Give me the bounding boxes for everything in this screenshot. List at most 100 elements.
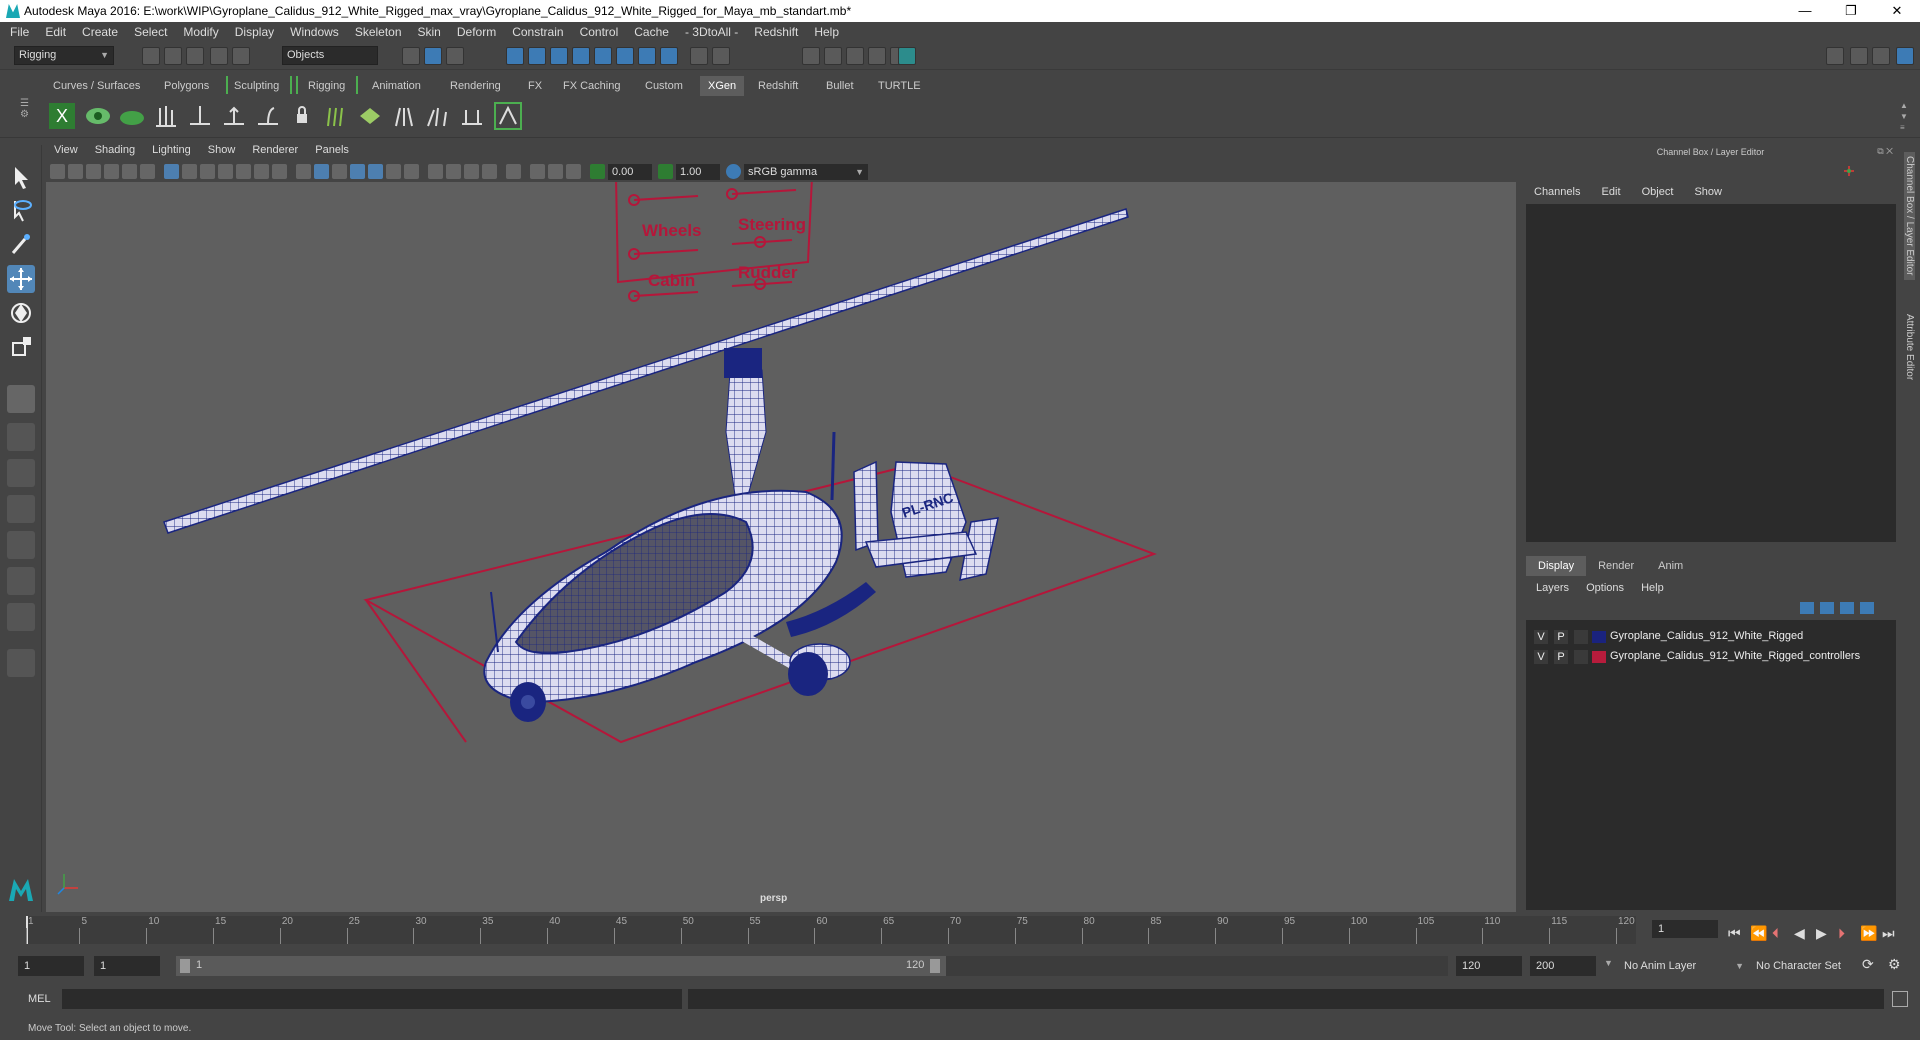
shelf-tab-redshift[interactable]: Redshift — [750, 76, 806, 96]
shelf-tab-bullet[interactable]: Bullet — [818, 76, 862, 96]
menu-display[interactable]: Display — [235, 25, 274, 39]
channel-box-toggle-icon[interactable] — [1896, 47, 1914, 65]
motion-blur-icon[interactable] — [446, 164, 461, 179]
le-menu-layers[interactable]: Layers — [1536, 582, 1569, 594]
bookmark-icon[interactable] — [86, 164, 101, 179]
attribute-editor-toggle-icon[interactable] — [1850, 47, 1868, 65]
shelf-tab-polygons[interactable]: Polygons — [156, 76, 217, 96]
shelf-tab-animation[interactable]: Animation — [364, 76, 429, 96]
gamma-field[interactable]: 1.00 — [676, 164, 720, 180]
close-panel-icon[interactable]: ✕ — [1886, 146, 1893, 156]
side-tab-channel-box[interactable]: Channel Box / Layer Editor — [1904, 152, 1915, 280]
grease-pencil-icon[interactable] — [140, 164, 155, 179]
command-language-label[interactable]: MEL — [28, 993, 51, 1005]
menu-deform[interactable]: Deform — [457, 25, 496, 39]
new-scene-icon[interactable] — [142, 47, 160, 65]
menu-constrain[interactable]: Constrain — [512, 25, 563, 39]
xray-active-icon[interactable] — [548, 164, 563, 179]
menu-help[interactable]: Help — [814, 25, 839, 39]
menu-file[interactable]: File — [10, 25, 29, 39]
snap-curve-icon[interactable] — [528, 47, 546, 65]
image-plane-icon[interactable] — [104, 164, 119, 179]
shadows-icon[interactable] — [404, 164, 419, 179]
open-scene-icon[interactable] — [164, 47, 182, 65]
xray-joints-icon[interactable] — [566, 164, 581, 179]
xgen-interactive-icon[interactable] — [494, 102, 522, 130]
xgen-preview-icon[interactable] — [84, 102, 112, 130]
rotor-mast[interactable] — [725, 369, 767, 503]
move-layer-up-icon[interactable] — [1800, 602, 1814, 614]
menuset-dropdown[interactable]: Rigging ▼ — [14, 46, 114, 65]
shelf-menu-icon[interactable]: ≡ — [1900, 122, 1912, 133]
render-view-icon[interactable] — [802, 47, 820, 65]
ipr-render-icon[interactable] — [846, 47, 864, 65]
viewport-menu-show[interactable]: Show — [208, 144, 236, 156]
step-back-key-icon[interactable]: ⏪ — [1750, 925, 1767, 942]
layout-menu-icon[interactable] — [7, 649, 35, 677]
horizontal-stabilizer[interactable] — [864, 531, 978, 568]
layer-color-swatch[interactable] — [1592, 631, 1606, 643]
tool-settings-toggle-icon[interactable] — [1872, 47, 1890, 65]
modeling-toolkit-icon[interactable] — [1826, 47, 1844, 65]
side-tab-attribute-editor[interactable]: Attribute Editor — [1904, 314, 1915, 380]
shelf-tab-fx[interactable]: FX — [520, 76, 550, 96]
lock-icon[interactable] — [690, 47, 708, 65]
multisample-aa-icon[interactable] — [464, 164, 479, 179]
layout-side-by-side-icon[interactable] — [7, 495, 35, 523]
select-tool-icon[interactable] — [7, 163, 35, 191]
shelf-tab-curves-surfaces[interactable]: Curves / Surfaces — [45, 76, 148, 96]
layout-graph-icon[interactable] — [7, 567, 35, 595]
color-space-dropdown[interactable]: sRGB gamma ▼ — [744, 164, 868, 180]
color-management-icon[interactable] — [726, 164, 741, 179]
grid-icon[interactable] — [164, 164, 179, 179]
main-wheel[interactable] — [788, 652, 828, 696]
slider-extra[interactable] — [633, 291, 699, 297]
shelf-tab-fx-caching[interactable]: FX Caching — [555, 76, 628, 96]
cb-menu-show[interactable]: Show — [1694, 186, 1722, 198]
shelf-tab-rendering[interactable]: Rendering — [442, 76, 509, 96]
menu-control[interactable]: Control — [580, 25, 619, 39]
anim-layer-dropdown[interactable]: No Anim Layer ▼ — [1624, 956, 1744, 976]
slider-rudder-low[interactable] — [731, 281, 793, 287]
scale-tool-icon[interactable] — [7, 333, 35, 361]
menu-redshift[interactable]: Redshift — [754, 25, 798, 39]
shelf-tab-turtle[interactable]: TURTLE — [870, 76, 929, 96]
magnet-icon[interactable] — [712, 47, 730, 65]
move-guide-icon[interactable] — [220, 102, 248, 130]
render-settings-icon[interactable] — [868, 47, 886, 65]
end-time-field[interactable]: 200 — [1530, 956, 1596, 976]
textured-icon[interactable] — [368, 164, 383, 179]
add-guide-icon[interactable] — [186, 102, 214, 130]
camera-attributes-icon[interactable] — [68, 164, 83, 179]
guide-length-icon[interactable] — [458, 102, 486, 130]
perspective-viewport[interactable]: PL-RNC Wheels Steering Cabin Rudder pers… — [46, 182, 1516, 912]
gamma-icon[interactable] — [658, 164, 673, 179]
go-to-start-icon[interactable]: ⏮ — [1728, 925, 1741, 942]
gear-icon[interactable]: ⚙ — [20, 109, 34, 120]
gate-mask-icon[interactable] — [218, 164, 233, 179]
rotate-tool-icon[interactable] — [7, 299, 35, 327]
lock-guide-icon[interactable] — [288, 102, 316, 130]
layer-visibility-toggle[interactable]: V — [1534, 630, 1548, 644]
shelf-tab-rigging[interactable]: Rigging — [300, 76, 353, 96]
tab-anim[interactable]: Anim — [1646, 556, 1695, 576]
animation-preferences-icon[interactable]: ⚙ — [1888, 956, 1901, 973]
groom-brush-icon[interactable] — [390, 102, 418, 130]
layer-row[interactable]: V P Gyroplane_Calidus_912_White_Rigged — [1526, 628, 1896, 646]
safe-action-icon[interactable] — [254, 164, 269, 179]
layer-row[interactable]: V P Gyroplane_Calidus_912_White_Rigged_c… — [1526, 648, 1896, 666]
tail-fin-left[interactable] — [853, 460, 879, 552]
screen-space-ao-icon[interactable] — [428, 164, 443, 179]
xgen-editor-icon[interactable]: X — [48, 102, 76, 130]
layer-type-toggle[interactable] — [1574, 630, 1588, 644]
film-gate-icon[interactable] — [182, 164, 197, 179]
wireframe-icon[interactable] — [296, 164, 311, 179]
save-scene-icon[interactable] — [186, 47, 204, 65]
layer-color-swatch[interactable] — [1592, 651, 1606, 663]
history-icon[interactable] — [638, 47, 656, 65]
snap-live-icon[interactable] — [594, 47, 612, 65]
play-forwards-icon[interactable]: ▶ — [1816, 925, 1827, 942]
menu-skin[interactable]: Skin — [418, 25, 441, 39]
isolate-select-icon[interactable] — [506, 164, 521, 179]
rotor-hub[interactable] — [724, 348, 762, 378]
